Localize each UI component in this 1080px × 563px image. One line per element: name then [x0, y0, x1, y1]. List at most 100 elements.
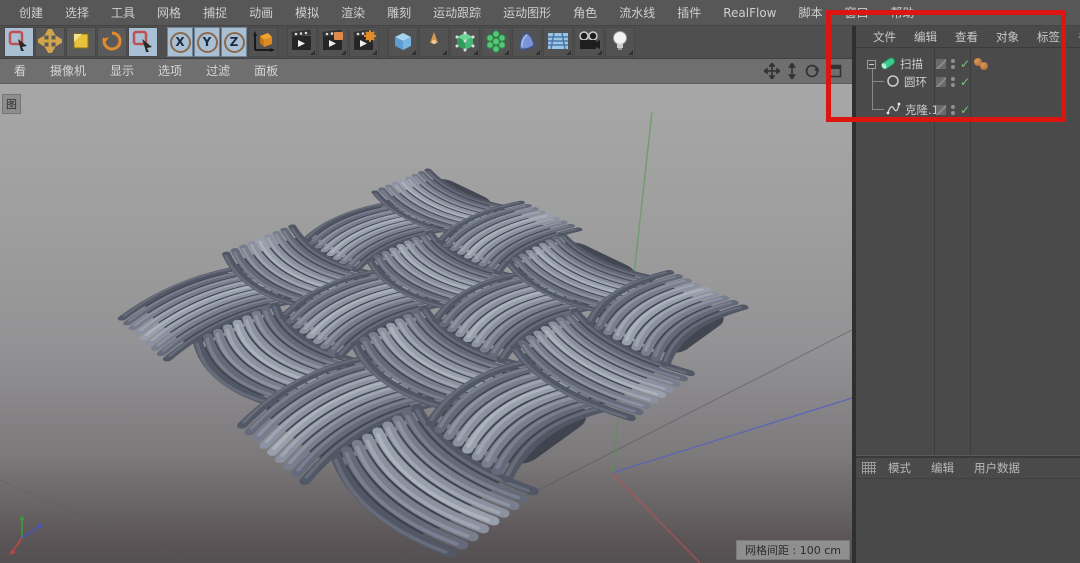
spline-pen-button[interactable] — [419, 27, 449, 57]
selection-icon — [132, 30, 154, 55]
object-name[interactable]: 克隆.1 — [905, 102, 939, 118]
am-menu-mode[interactable]: 模式 — [878, 460, 921, 476]
menu-help[interactable]: 帮助 — [880, 0, 926, 26]
lock-x-axis-button[interactable]: X — [167, 27, 193, 57]
menu-script[interactable]: 脚本 — [787, 0, 833, 26]
deformers-button[interactable] — [512, 27, 542, 57]
vp-menu-view[interactable]: 看 — [2, 59, 38, 84]
menu-pipeline[interactable]: 流水线 — [608, 0, 666, 26]
object-name[interactable]: 圆环 — [904, 74, 927, 90]
layer-swatch[interactable] — [936, 77, 946, 87]
menu-render[interactable]: 渲染 — [330, 0, 376, 26]
om-menu-objects[interactable]: 对象 — [987, 29, 1028, 45]
rotate-icon — [101, 30, 123, 55]
menu-simulate[interactable]: 模拟 — [284, 0, 330, 26]
coordinate-system-icon — [250, 28, 276, 57]
menu-mograph[interactable]: 运动图形 — [492, 0, 562, 26]
dolly-icon[interactable] — [786, 63, 798, 79]
om-menu-file[interactable]: 文件 — [864, 29, 905, 45]
menu-mesh[interactable]: 网格 — [146, 0, 192, 26]
om-menu-tags[interactable]: 标签 — [1028, 29, 1069, 45]
menu-animate[interactable]: 动画 — [238, 0, 284, 26]
menu-select[interactable]: 选择 — [54, 0, 100, 26]
object-name[interactable]: 扫描 — [900, 56, 923, 72]
collapse-toggle[interactable] — [867, 60, 876, 69]
mograph-button[interactable] — [481, 27, 511, 57]
environment-button[interactable] — [543, 27, 573, 57]
z-axis-icon: Z — [224, 32, 245, 53]
pen-icon — [422, 29, 446, 56]
enable-check-icon[interactable]: ✓ — [960, 103, 970, 117]
lock-y-axis-button[interactable]: Y — [194, 27, 220, 57]
visibility-dots[interactable] — [951, 77, 955, 87]
object-row-circle[interactable]: 圆环 ✓ — [856, 73, 1080, 91]
tag-icon-2[interactable] — [980, 62, 988, 70]
menu-character[interactable]: 角色 — [562, 0, 608, 26]
coordinate-system-button[interactable] — [248, 27, 278, 57]
menu-motion-tracker[interactable]: 运动跟踪 — [422, 0, 492, 26]
om-menu-edit[interactable]: 编辑 — [905, 29, 946, 45]
circle-spline-icon — [886, 74, 900, 91]
camera-icon — [577, 29, 601, 56]
object-manager[interactable]: 扫描 ✓ 圆环 ✓ — [856, 48, 1080, 455]
camera-button[interactable] — [574, 27, 604, 57]
object-row-clone[interactable]: 克隆.1 ✓ — [856, 101, 1080, 119]
layer-swatch[interactable] — [936, 59, 946, 69]
y-axis-icon: Y — [197, 32, 218, 53]
am-menu-user-data[interactable]: 用户数据 — [964, 460, 1030, 476]
render-picture-viewer-button[interactable] — [318, 27, 348, 57]
am-menu-edit[interactable]: 编辑 — [921, 460, 964, 476]
x-axis-icon: X — [170, 32, 191, 53]
vp-menu-cameras[interactable]: 摄像机 — [38, 59, 98, 84]
panel-grip-icon[interactable] — [862, 462, 876, 474]
menu-sculpt[interactable]: 雕刻 — [376, 0, 422, 26]
viewport-menubar: 看 摄像机 显示 选项 过滤 面板 — [0, 59, 852, 84]
menu-create[interactable]: 创建 — [8, 0, 54, 26]
menu-window[interactable]: 窗口 — [834, 0, 880, 26]
scale-tool-button[interactable] — [66, 27, 96, 57]
vp-menu-options[interactable]: 选项 — [146, 59, 194, 84]
generators-button[interactable] — [450, 27, 480, 57]
enable-check-icon[interactable]: ✓ — [960, 57, 970, 71]
object-manager-menubar: 文件 编辑 查看 对象 标签 书签 — [856, 26, 1080, 48]
pan-icon[interactable] — [764, 63, 780, 79]
render-view-button[interactable] — [287, 27, 317, 57]
object-row-sweep[interactable]: 扫描 ✓ — [856, 55, 1080, 73]
rotate-tool-button[interactable] — [97, 27, 127, 57]
cube-icon — [391, 29, 415, 56]
menu-realflow[interactable]: RealFlow — [712, 0, 787, 26]
subdivision-cube-icon — [453, 29, 477, 56]
selection-tool-button[interactable] — [128, 27, 158, 57]
move-tool-button[interactable] — [35, 27, 65, 57]
attribute-manager[interactable] — [856, 479, 1080, 563]
light-button[interactable] — [605, 27, 635, 57]
enable-check-icon[interactable]: ✓ — [960, 75, 970, 89]
vp-menu-filter[interactable]: 过滤 — [194, 59, 242, 84]
scale-icon — [70, 30, 92, 55]
perspective-viewport[interactable]: 图 网格间距 : 100 cm — [0, 84, 852, 563]
menu-snap[interactable]: 捕捉 — [192, 0, 238, 26]
render-picture-viewer-icon — [321, 29, 345, 56]
menu-tools[interactable]: 工具 — [100, 0, 146, 26]
render-settings-button[interactable] — [349, 27, 379, 57]
vp-menu-display[interactable]: 显示 — [98, 59, 146, 84]
main-menubar: 创建 选择 工具 网格 捕捉 动画 模拟 渲染 雕刻 运动跟踪 运动图形 角色 … — [0, 0, 1080, 26]
om-menu-bookmarks[interactable]: 书签 — [1069, 29, 1080, 45]
cloner-icon — [484, 29, 508, 56]
vp-menu-panel[interactable]: 面板 — [242, 59, 290, 84]
om-menu-view[interactable]: 查看 — [946, 29, 987, 45]
layer-swatch[interactable] — [936, 105, 946, 115]
floor-sky-icon — [546, 29, 570, 56]
live-selection-tool-button[interactable] — [4, 27, 34, 57]
live-selection-icon — [8, 30, 30, 55]
visibility-dots[interactable] — [951, 59, 955, 69]
maximize-icon[interactable] — [826, 63, 842, 79]
add-primitive-button[interactable] — [388, 27, 418, 57]
sweep-object-icon — [880, 55, 896, 74]
spline-object-icon — [886, 101, 901, 119]
orbit-icon[interactable] — [804, 63, 820, 79]
visibility-dots[interactable] — [951, 105, 955, 115]
render-view-icon — [290, 29, 314, 56]
lock-z-axis-button[interactable]: Z — [221, 27, 247, 57]
menu-plugins[interactable]: 插件 — [666, 0, 712, 26]
